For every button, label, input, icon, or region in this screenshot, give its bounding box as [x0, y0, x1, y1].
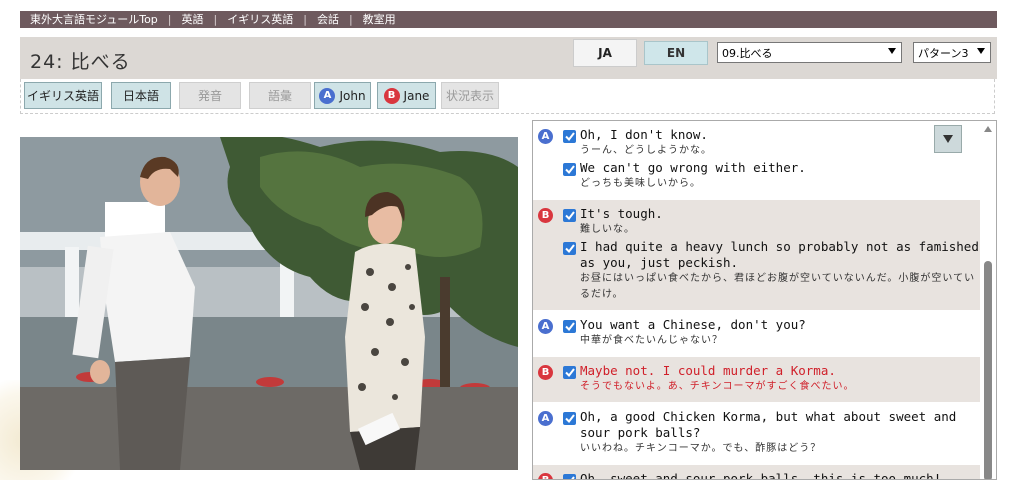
- pattern-select-value: パターン3: [918, 46, 969, 60]
- chevron-down-icon: [888, 48, 896, 54]
- chapter-select-value: 09.比べる: [722, 46, 773, 60]
- situation-button[interactable]: 状況表示: [441, 82, 499, 109]
- speaker-badge: A: [538, 411, 553, 426]
- line-checkbox[interactable]: [563, 366, 576, 379]
- transcript-list: A Oh, I don't know. うーん、どうしようかな。 We can't g…: [533, 121, 996, 480]
- scroll-up-icon[interactable]: [984, 126, 992, 132]
- transcript-group: A Oh, I don't know. うーん、どうしようかな。 We can't g…: [533, 121, 981, 200]
- japanese-text: いいわね。チキンコーマか。でも、酢豚はどう？: [580, 443, 822, 454]
- british-english-button[interactable]: イギリス英語: [24, 82, 102, 109]
- check-icon: [564, 368, 575, 377]
- line-checkbox[interactable]: [563, 209, 576, 222]
- check-icon: [564, 165, 575, 174]
- transcript-line[interactable]: A You want a Chinese, don't you? 中華が食べたいんじ…: [533, 317, 981, 349]
- video-player[interactable]: [20, 137, 518, 470]
- chevron-down-icon: [977, 48, 985, 54]
- transcript-group: B Maybe not. I could murder a Korma. そうでもな…: [533, 357, 981, 403]
- line-checkbox[interactable]: [563, 130, 576, 143]
- pronunciation-button[interactable]: 発音: [179, 82, 241, 109]
- speaker-badge: B: [538, 473, 553, 479]
- speaker-badge: B: [538, 365, 553, 380]
- transcript-line[interactable]: B Maybe not. I could murder a Korma. そうでもな…: [533, 363, 981, 395]
- line-checkbox[interactable]: [563, 412, 576, 425]
- transcript-line[interactable]: I had quite a heavy lunch so probably no…: [533, 239, 981, 303]
- english-text: Oh, a good Chicken Korma, but what about…: [580, 409, 957, 440]
- transcript-line[interactable]: B Oh, sweet and sour pork balls, this is …: [533, 471, 981, 480]
- speaker-a-badge: A: [319, 87, 336, 104]
- speaker-badge: B: [538, 208, 553, 223]
- line-checkbox[interactable]: [563, 474, 576, 479]
- john-label: John: [339, 88, 366, 103]
- japanese-text: どっちも美味しいから。: [580, 178, 701, 189]
- check-icon: [564, 322, 575, 331]
- check-icon: [564, 244, 575, 253]
- jane-label: Jane: [403, 88, 430, 103]
- pattern-select[interactable]: パターン3: [913, 42, 991, 63]
- check-icon: [564, 414, 575, 423]
- scroll-thumb[interactable]: [984, 261, 992, 479]
- nav-link-conversation[interactable]: 会話: [307, 11, 349, 28]
- collapse-button[interactable]: [934, 125, 962, 153]
- video-frame: [20, 137, 518, 470]
- title-bar: 24: 比べる JA EN 09.比べる パターン3: [20, 37, 997, 79]
- english-text: Oh, I don't know.: [580, 127, 708, 142]
- transcript-line[interactable]: We can't go wrong with either. どっちも美味しいから…: [533, 160, 981, 192]
- english-text: We can't go wrong with either.: [580, 160, 806, 175]
- top-navigation: 東外大言語モジュールTop | 英語 | イギリス英語 | 会話 | 教室用: [20, 11, 997, 28]
- speaker-badge: A: [538, 319, 553, 334]
- page-title: 24: 比べる: [30, 51, 131, 73]
- transcript-group: B Oh, sweet and sour pork balls, this is …: [533, 465, 981, 480]
- transcript-group: A You want a Chinese, don't you? 中華が食べたいんじ…: [533, 311, 981, 357]
- check-icon: [570, 476, 575, 479]
- line-checkbox[interactable]: [563, 163, 576, 176]
- check-icon: [564, 211, 575, 220]
- english-text: It's tough.: [580, 206, 663, 221]
- english-text: I had quite a heavy lunch so probably no…: [580, 239, 979, 270]
- line-checkbox[interactable]: [563, 320, 576, 333]
- english-text: Maybe not. I could murder a Korma.: [580, 363, 836, 378]
- japanese-text: 難しいな。: [580, 224, 635, 235]
- transcript-group: B It's tough. 難しいな。 I had quite a heavy lun…: [533, 200, 981, 311]
- transcript-line[interactable]: A Oh, I don't know. うーん、どうしようかな。: [533, 127, 981, 159]
- vocabulary-button[interactable]: 語彙: [249, 82, 311, 109]
- japanese-text: お昼にはいっぱい食べたから、君ほどお腹が空いていないんだ。小腹が空いているだけ。: [580, 273, 976, 300]
- check-icon: [564, 132, 575, 141]
- john-button[interactable]: A John: [314, 82, 371, 109]
- english-text: Oh, sweet and sour pork balls, this is t…: [580, 471, 942, 480]
- line-checkbox[interactable]: [563, 242, 576, 255]
- transcript-panel[interactable]: A Oh, I don't know. うーん、どうしようかな。 We can't g…: [532, 120, 997, 480]
- nav-link-top[interactable]: 東外大言語モジュールTop: [20, 11, 168, 28]
- transcript-scrollbar[interactable]: [980, 121, 996, 479]
- lang-en-button[interactable]: EN: [644, 41, 708, 65]
- transcript-group: A Oh, a good Chicken Korma, but what abou…: [533, 403, 981, 465]
- transcript-line[interactable]: B It's tough. 難しいな。: [533, 206, 981, 238]
- chapter-select[interactable]: 09.比べる: [717, 42, 902, 63]
- toolbar: イギリス英語 日本語 発音 語彙 A John B Jane 状況表示: [20, 79, 995, 114]
- jane-button[interactable]: B Jane: [377, 82, 436, 109]
- nav-link-classroom[interactable]: 教室用: [353, 11, 406, 28]
- transcript-line[interactable]: A Oh, a good Chicken Korma, but what abou…: [533, 409, 981, 457]
- english-text: You want a Chinese, don't you?: [580, 317, 806, 332]
- nav-link-british-english[interactable]: イギリス英語: [217, 11, 303, 28]
- japanese-text: そうでもないよ。あ、チキンコーマがすごく食べたい。: [580, 381, 855, 392]
- japanese-text: 中華が食べたいんじゃない？: [580, 335, 723, 346]
- speaker-badge: A: [538, 129, 553, 144]
- japanese-text: うーん、どうしようかな。: [580, 145, 712, 156]
- japanese-button[interactable]: 日本語: [111, 82, 171, 109]
- lang-ja-button[interactable]: JA: [573, 39, 637, 67]
- speaker-b-badge: B: [383, 87, 400, 104]
- triangle-down-icon: [943, 135, 953, 143]
- nav-link-english[interactable]: 英語: [172, 11, 214, 28]
